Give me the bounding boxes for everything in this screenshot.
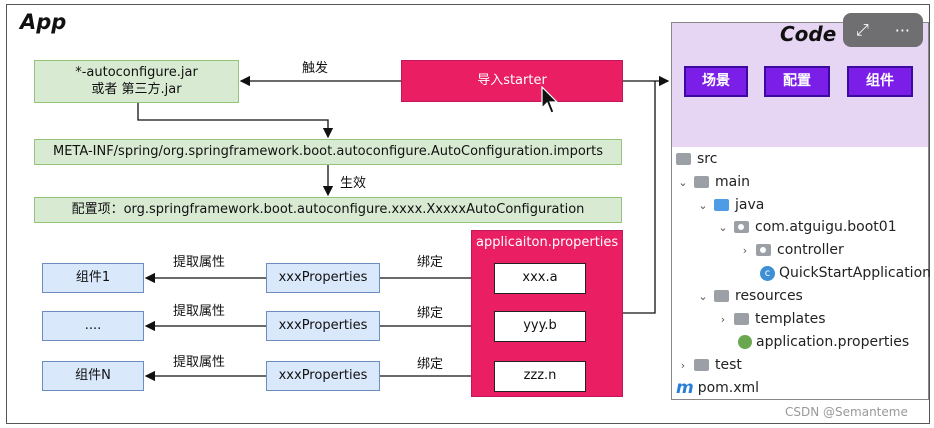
component-box-3: 组件N: [42, 361, 144, 391]
tree-item-label: QuickStartApplication: [779, 265, 932, 281]
component-box-1: 组件1: [42, 263, 144, 293]
autoconfigure-jar-line-1: *-autoconfigure.jar: [75, 64, 198, 80]
maven-icon: m: [676, 378, 694, 398]
chevron-down-icon[interactable]: ⌄: [696, 199, 710, 212]
code-button-config: 配置: [764, 66, 830, 97]
tree-item-controller[interactable]: › controller: [738, 240, 844, 260]
extract-label-1: 提取属性: [173, 255, 226, 270]
folder-icon: [694, 176, 709, 188]
folder-icon: [676, 153, 691, 165]
source-folder-icon: [714, 199, 729, 211]
spring-class-icon: c: [760, 265, 775, 281]
bind-label-1: 绑定: [417, 255, 444, 270]
component-box-2: ....: [42, 311, 144, 341]
tree-item-java[interactable]: ⌄ java: [696, 195, 764, 215]
tree-item-quickstart[interactable]: c QuickStartApplication: [760, 263, 931, 283]
properties-class-box-1: xxxProperties: [266, 263, 380, 293]
tree-item-label: pom.xml: [697, 380, 760, 396]
tree-item-src[interactable]: src: [676, 149, 717, 169]
chevron-down-icon[interactable]: ⌄: [696, 290, 710, 303]
bind-label-2: 绑定: [417, 306, 444, 321]
tree-item-label: java: [735, 197, 765, 213]
folder-icon: [694, 359, 709, 371]
autoconfigure-jar-line-2: 或者 第三方.jar: [91, 81, 182, 97]
property-key-2: yyy.b: [494, 311, 586, 342]
package-icon: [734, 221, 749, 233]
properties-class-box-2: xxxProperties: [266, 311, 380, 341]
viewer-controls: ⤢ ···: [843, 13, 923, 47]
tree-item-label: test: [715, 357, 742, 373]
folder-icon: [734, 313, 749, 325]
code-button-component: 组件: [847, 66, 913, 97]
more-icon[interactable]: ···: [895, 21, 910, 40]
tree-item-label: com.atguigu.boot01: [755, 219, 897, 235]
tree-item-pom[interactable]: m pom.xml: [676, 378, 759, 398]
mouse-cursor-icon: [541, 86, 559, 114]
tree-item-resources[interactable]: ⌄ resources: [696, 286, 803, 306]
expand-icon[interactable]: ⤢: [856, 20, 869, 40]
properties-to-code-line: [623, 81, 656, 314]
package-icon: [756, 244, 771, 256]
autoconfigure-jar-box: *-autoconfigure.jar 或者 第三方.jar: [34, 60, 239, 103]
properties-file-icon: [738, 335, 752, 349]
resources-folder-icon: [714, 290, 729, 302]
extract-label-2: 提取属性: [173, 304, 226, 319]
chevron-down-icon[interactable]: ⌄: [676, 176, 690, 189]
code-button-scene: 场景: [684, 66, 748, 97]
jar-to-imports-arrow: [137, 103, 334, 139]
extract-label-3: 提取属性: [173, 355, 226, 370]
imports-file-box: META-INF/spring/org.springframework.boot…: [34, 139, 622, 165]
properties-class-box-3: xxxProperties: [266, 361, 380, 391]
trigger-label: 触发: [302, 61, 329, 76]
tree-item-templates[interactable]: › templates: [716, 309, 826, 329]
tree-item-label: application.properties: [756, 334, 910, 350]
property-key-1: xxx.a: [494, 263, 586, 294]
tree-item-application-properties[interactable]: application.properties: [738, 332, 909, 352]
effect-label: 生效: [340, 176, 367, 191]
property-key-3: zzz.n: [494, 361, 586, 392]
properties-panel-title: applicaiton.properties: [476, 235, 619, 250]
import-starter-box: 导入starter: [401, 60, 623, 102]
bind-label-3: 绑定: [417, 357, 444, 372]
code-title: Code: [780, 22, 837, 46]
chevron-right-icon[interactable]: ›: [738, 244, 752, 257]
tree-item-label: controller: [777, 242, 844, 258]
tree-item-package[interactable]: ⌄ com.atguigu.boot01: [716, 217, 897, 237]
tree-item-label: templates: [755, 311, 826, 327]
tree-item-label: resources: [735, 288, 803, 304]
tree-item-main[interactable]: ⌄ main: [676, 172, 750, 192]
tree-item-label: src: [697, 151, 718, 167]
chevron-right-icon[interactable]: ›: [716, 313, 730, 326]
chevron-right-icon[interactable]: ›: [676, 359, 690, 372]
tree-item-label: main: [715, 174, 750, 190]
tree-item-test[interactable]: › test: [676, 355, 742, 375]
watermark: CSDN @Semanteme: [785, 405, 908, 419]
config-item-box: 配置项：org.springframework.boot.autoconfigu…: [34, 197, 622, 223]
chevron-down-icon[interactable]: ⌄: [716, 221, 730, 234]
